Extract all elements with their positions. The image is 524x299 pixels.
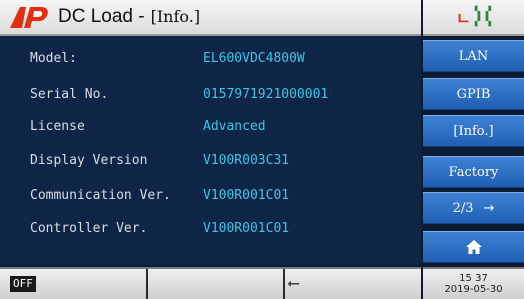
home-button[interactable]: [423, 231, 524, 263]
page-title: DC Load - [Info.]: [58, 6, 200, 28]
status-divider: [146, 269, 148, 299]
factory-button[interactable]: Factory: [423, 156, 524, 188]
info-panel: Model: EL600VDC4800W Serial No. 01579719…: [0, 36, 421, 265]
info-value: V100R001C01: [203, 220, 290, 236]
info-button[interactable]: [Info.]: [423, 115, 524, 147]
clock-date: 2019-05-30: [444, 284, 503, 295]
info-value: 0157971921000001: [203, 86, 329, 102]
info-row-license: License Advanced: [0, 110, 421, 142]
info-value: Advanced: [203, 118, 266, 134]
softkey-column: LAN GPIB [Info.] Factory 2/3 →: [423, 36, 524, 265]
status-bar: OFF ⭠: [0, 267, 421, 299]
status-indicator: ㄴ ▚ ▞ ▞ ▚: [423, 0, 524, 36]
title-bar: DC Load - [Info.]: [0, 0, 421, 36]
right-arrow-icon: →: [483, 200, 495, 216]
info-value: V100R001C01: [203, 187, 290, 203]
info-label: Communication Ver.: [30, 187, 171, 203]
indicator-bars-icon: ▚ ▞ ▞ ▚: [474, 7, 491, 27]
title-mode: [Info.]: [150, 7, 201, 26]
page-indicator: 2/3: [452, 200, 474, 216]
info-label: Controller Ver.: [30, 220, 148, 236]
lan-button[interactable]: LAN: [423, 40, 524, 72]
gpib-button-label: GPIB: [456, 86, 491, 102]
gpib-button[interactable]: GPIB: [423, 78, 524, 110]
clock: 15 37 2019-05-30: [423, 267, 524, 299]
info-label: Serial No.: [30, 86, 109, 102]
ap-logo-icon: [10, 7, 48, 28]
info-value: V100R003C31: [203, 152, 290, 168]
info-row-display-version: Display Version V100R003C31: [0, 144, 421, 176]
info-button-label: [Info.]: [453, 123, 494, 139]
output-state-badge[interactable]: OFF: [10, 276, 36, 292]
brand-logo: [8, 4, 52, 30]
factory-button-label: Factory: [448, 164, 499, 180]
info-value: EL600VDC4800W: [203, 50, 305, 66]
remote-L-icon: ㄴ: [456, 9, 471, 28]
info-label: License: [30, 118, 85, 134]
info-row-model: Model: EL600VDC4800W: [0, 42, 421, 74]
usb-icon: ⭠: [287, 273, 300, 292]
status-divider: [283, 269, 285, 299]
info-label: Model:: [30, 50, 77, 66]
title-text: DC Load -: [58, 6, 145, 27]
info-row-controller-ver: Controller Ver. V100R001C01: [0, 212, 421, 244]
info-row-communication-ver: Communication Ver. V100R001C01: [0, 179, 421, 211]
info-row-serial: Serial No. 0157971921000001: [0, 78, 421, 110]
lan-button-label: LAN: [458, 48, 489, 64]
info-label: Display Version: [30, 152, 148, 168]
next-page-button[interactable]: 2/3 →: [423, 192, 524, 224]
clock-time: 15 37: [459, 273, 488, 284]
home-icon: [465, 240, 482, 254]
